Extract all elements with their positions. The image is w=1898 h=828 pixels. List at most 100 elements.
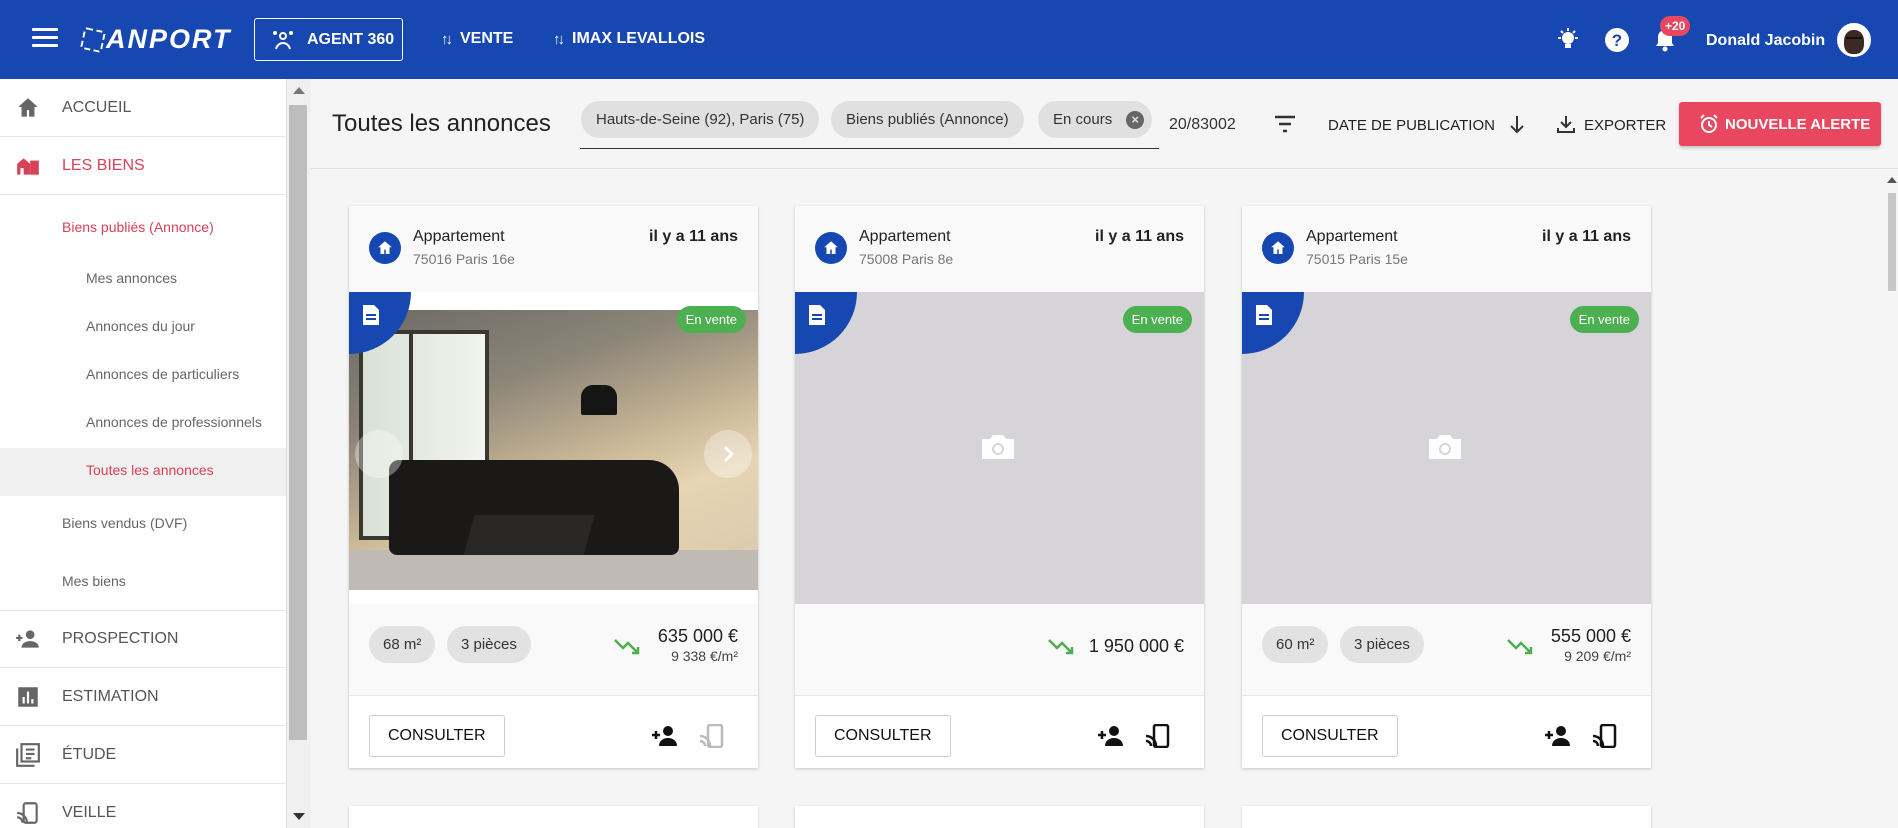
consult-button[interactable]: CONSULTER xyxy=(369,715,505,757)
property-location: 75016 Paris 16e xyxy=(413,251,515,267)
photo-next-button[interactable] xyxy=(704,430,752,478)
buildings-icon xyxy=(17,157,39,175)
agent-360-button[interactable]: AGENT 360 xyxy=(254,18,403,61)
property-type: Appartement xyxy=(859,228,951,245)
sidebar-sub-mes-biens[interactable]: Mes biens xyxy=(62,573,126,589)
document-icon xyxy=(809,305,825,325)
house-icon xyxy=(815,232,847,264)
apartment-photo xyxy=(349,310,758,590)
price-per-m2: 9 209 €/m² xyxy=(1564,648,1631,664)
nav-vente[interactable]: ↑↓ VENTE xyxy=(441,30,513,48)
sidebar-item-accueil[interactable]: ACCUEIL xyxy=(0,79,286,137)
cast-icon[interactable] xyxy=(698,724,726,748)
menu-icon[interactable] xyxy=(32,28,58,48)
swap-arrows-icon: ↑↓ xyxy=(441,30,453,48)
card-header: Appartement 75015 Paris 15e il y a 11 an… xyxy=(1242,206,1651,292)
consult-button[interactable]: CONSULTER xyxy=(1262,715,1398,757)
avatar[interactable] xyxy=(1837,23,1871,57)
status-badge: En vente xyxy=(1122,306,1192,333)
listing-card[interactable]: Appartement 75008 Paris 8e il y a 11 ans… xyxy=(795,206,1204,768)
agent-icon xyxy=(273,30,293,49)
sidebar-item-prospection[interactable]: PROSPECTION xyxy=(0,610,286,668)
photo-prev-button[interactable] xyxy=(355,430,403,478)
chip-remove-icon[interactable]: × xyxy=(1126,110,1145,129)
listing-photo-placeholder[interactable]: En vente xyxy=(795,292,1204,604)
card-actions: CONSULTER xyxy=(795,696,1204,768)
person-add-icon[interactable] xyxy=(1544,724,1572,748)
listing-card-partial[interactable] xyxy=(349,806,758,828)
property-type: Appartement xyxy=(413,228,505,245)
filter-chip-type[interactable]: Biens publiés (Annonce) xyxy=(831,101,1024,138)
listing-card[interactable]: Appartement 75016 Paris 16e il y a 11 an… xyxy=(349,206,758,768)
scroll-down-arrow-icon[interactable] xyxy=(293,813,305,820)
cast-icon[interactable] xyxy=(1591,724,1619,748)
result-count: 20/83002 xyxy=(1169,116,1236,133)
app-logo[interactable]: ANPORT xyxy=(79,24,232,55)
surface-chip: 68 m² xyxy=(369,626,436,663)
page-title: Toutes les annonces xyxy=(332,110,551,137)
sidebar-item-estimation[interactable]: ESTIMATION xyxy=(0,668,286,726)
library-icon xyxy=(16,742,40,767)
filter-icon[interactable] xyxy=(1274,114,1296,134)
card-actions: CONSULTER xyxy=(1242,696,1651,768)
arrow-down-icon[interactable] xyxy=(1508,114,1526,136)
listing-card-partial[interactable] xyxy=(795,806,1204,828)
notification-badge: +20 xyxy=(1660,16,1691,36)
surface-chip: 60 m² xyxy=(1262,626,1329,663)
chevron-right-icon xyxy=(723,445,735,463)
sidebar-item-veille[interactable]: VEILLE xyxy=(0,784,286,828)
sidebar-scrollbar[interactable] xyxy=(287,79,311,828)
filter-chip-status[interactable]: En cours × xyxy=(1038,101,1153,138)
card-info: 68 m² 3 pièces 635 000 € 9 338 €/m² xyxy=(349,604,758,696)
help-icon[interactable]: ? xyxy=(1603,26,1631,54)
person-add-icon[interactable] xyxy=(651,724,679,748)
listing-photo-placeholder[interactable]: En vente xyxy=(1242,292,1651,604)
person-add-icon[interactable] xyxy=(1097,724,1125,748)
export-button[interactable]: EXPORTER xyxy=(1584,117,1666,134)
sidebar-sub-biens-publies[interactable]: Biens publiés (Annonce) xyxy=(62,219,214,235)
listing-card-partial[interactable] xyxy=(1242,806,1651,828)
price: 555 000 € xyxy=(1550,626,1631,646)
main-scrollbar-thumb[interactable] xyxy=(1888,193,1896,291)
property-location: 75008 Paris 8e xyxy=(859,251,954,267)
sidebar-scrollbar-thumb[interactable] xyxy=(289,105,307,740)
new-alert-button[interactable]: NOUVELLE ALERTE xyxy=(1679,102,1881,146)
sidebar-item-etude[interactable]: ÉTUDE xyxy=(0,726,286,784)
document-corner-badge xyxy=(1242,292,1304,354)
trending-down-icon xyxy=(1507,639,1533,655)
sidebar-subsub-annonces-du-jour[interactable]: Annonces du jour xyxy=(86,318,195,334)
trending-down-icon xyxy=(1048,639,1074,655)
listing-age: il y a 11 ans xyxy=(1095,228,1184,245)
download-icon[interactable] xyxy=(1556,114,1576,134)
sort-by-date[interactable]: DATE DE PUBLICATION xyxy=(1328,117,1495,134)
camera-icon xyxy=(982,435,1014,459)
card-header: Appartement 75008 Paris 8e il y a 11 ans xyxy=(795,206,1204,292)
listing-card[interactable]: Appartement 75015 Paris 15e il y a 11 an… xyxy=(1242,206,1651,768)
listing-age: il y a 11 ans xyxy=(1542,228,1631,245)
sidebar-subsub-toutes-les-annonces[interactable]: Toutes les annonces xyxy=(86,462,214,478)
filter-chip-location[interactable]: Hauts-de-Seine (92), Paris (75) xyxy=(581,101,820,138)
user-name[interactable]: Donald Jacobin xyxy=(1706,32,1825,50)
scroll-up-arrow-icon[interactable] xyxy=(293,87,305,94)
sidebar-subsub-annonces-professionnels[interactable]: Annonces de professionnels xyxy=(86,414,262,430)
listing-photo[interactable]: En vente xyxy=(349,292,758,604)
document-icon xyxy=(363,305,379,325)
property-location: 75015 Paris 15e xyxy=(1306,251,1408,267)
main-scrollbar[interactable] xyxy=(1886,169,1898,828)
document-icon xyxy=(1256,305,1272,325)
scroll-up-arrow-icon[interactable] xyxy=(1887,177,1897,183)
nav-imax-levallois[interactable]: ↑↓ IMAX LEVALLOIS xyxy=(553,30,705,48)
trending-down-icon xyxy=(614,639,640,655)
logo-mark-icon xyxy=(79,26,107,54)
price: 1 950 000 € xyxy=(1088,636,1184,656)
listing-age: il y a 11 ans xyxy=(649,228,738,245)
agent-360-label: AGENT 360 xyxy=(307,30,395,48)
sidebar-subsub-annonces-particuliers[interactable]: Annonces de particuliers xyxy=(86,366,239,382)
consult-button[interactable]: CONSULTER xyxy=(815,715,951,757)
cast-icon[interactable] xyxy=(1144,724,1172,748)
lightbulb-icon[interactable] xyxy=(1554,26,1582,54)
sidebar-subsub-mes-annonces[interactable]: Mes annonces xyxy=(86,270,177,286)
home-icon xyxy=(18,97,38,117)
sidebar-item-les-biens[interactable]: LES BIENS xyxy=(0,137,286,195)
sidebar-sub-biens-vendus[interactable]: Biens vendus (DVF) xyxy=(62,515,187,531)
